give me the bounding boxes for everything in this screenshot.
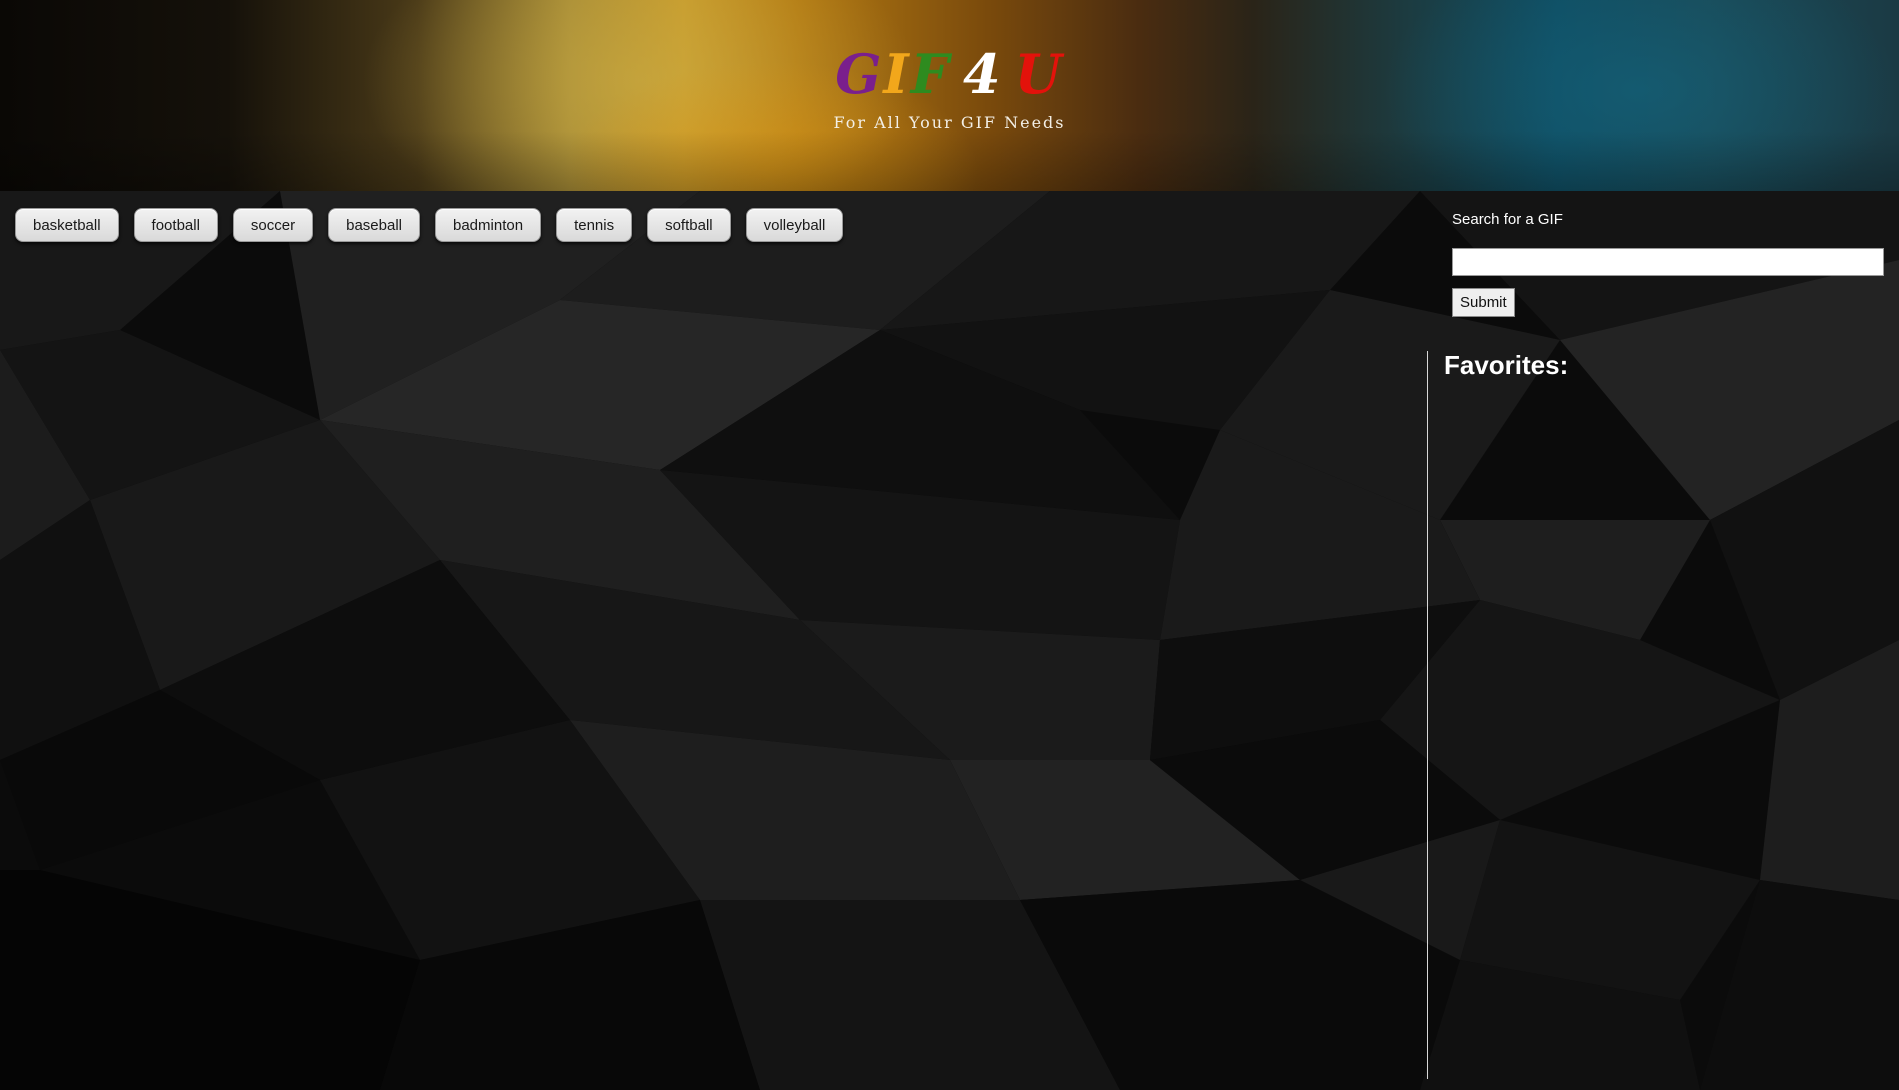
site-logo: GIF 4 U	[0, 44, 1899, 104]
search-label: Search for a GIF	[1452, 211, 1563, 228]
category-button-tennis[interactable]: tennis	[556, 208, 633, 242]
logo-letter-u: U	[1014, 42, 1064, 106]
category-button-badminton[interactable]: badminton	[435, 208, 542, 242]
logo-letter-i: I	[883, 42, 911, 106]
logo-letter-4: 4	[963, 42, 1003, 106]
logo-letter-g: G	[835, 42, 884, 106]
logo-letter-f: F	[910, 42, 952, 106]
category-button-football[interactable]: football	[133, 208, 218, 242]
category-button-soccer[interactable]: soccer	[232, 208, 314, 242]
low-poly-background	[0, 191, 1899, 1090]
favorites-divider	[1427, 351, 1428, 1079]
category-buttons: basketball football soccer baseball badm…	[15, 208, 844, 242]
header-banner: GIF 4 U For All Your GIF Needs	[0, 0, 1899, 191]
tagline: For All Your GIF Needs	[833, 113, 1066, 132]
category-button-baseball[interactable]: baseball	[328, 208, 420, 242]
submit-button[interactable]: Submit	[1452, 288, 1515, 317]
category-button-softball[interactable]: softball	[647, 208, 731, 242]
category-button-basketball[interactable]: basketball	[15, 208, 119, 242]
category-button-volleyball[interactable]: volleyball	[745, 208, 844, 242]
favorites-title: Favorites:	[1444, 350, 1569, 380]
search-input[interactable]	[1452, 248, 1884, 276]
page: GIF 4 U For All Your GIF Needs basketbal…	[0, 0, 1899, 1090]
